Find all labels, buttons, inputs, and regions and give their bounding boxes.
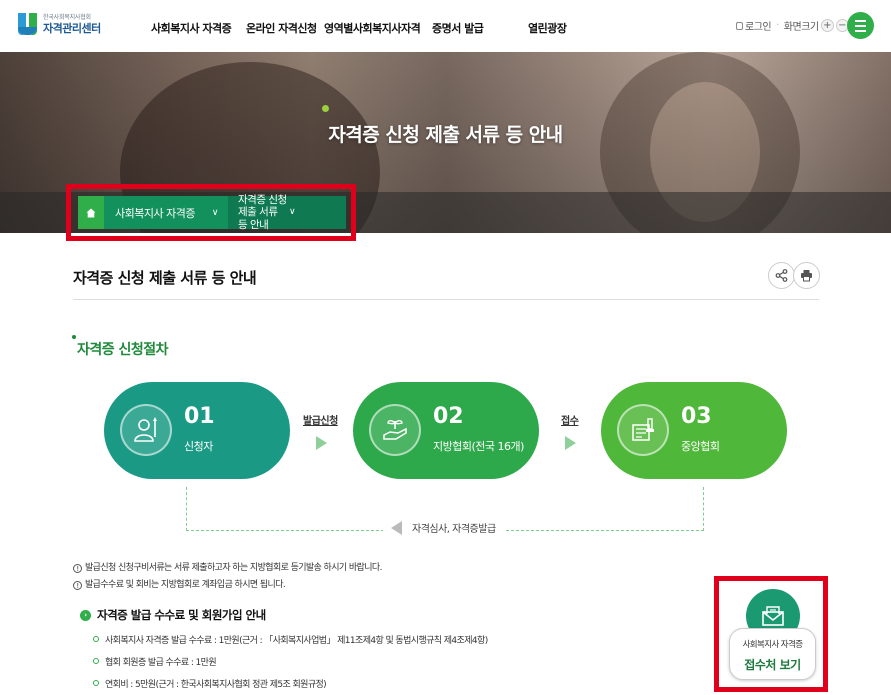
step-central-association: 03 중앙협회	[601, 382, 787, 479]
arrow-circle-icon: ›	[80, 609, 91, 621]
zoom-in-button[interactable]: +	[820, 19, 834, 32]
section-title: 자격증 신청절차	[77, 342, 169, 358]
list-item: 연회비 : 5만원(근거 : 한국사회복지사협회 정관 제5조 회원규정)	[93, 677, 327, 690]
login-link[interactable]: 로그인	[745, 18, 772, 33]
nav-item-field-cert[interactable]: 영역별사회복지사자격	[324, 20, 421, 36]
zoom-label: 화면크기	[783, 22, 819, 33]
page-title: 자격증 신청 제출 서류 등 안내	[73, 269, 257, 287]
step-local-association: 02 지방협회(전국 16개)	[353, 382, 539, 479]
arrow-label-apply: 발급신청	[303, 416, 338, 427]
step-label: 지방협회(전국 16개)	[433, 440, 524, 453]
nav-item-open-square[interactable]: 열린광장	[528, 20, 567, 36]
step-applicant: 01 신청자	[104, 382, 290, 479]
info-icon: !	[73, 564, 82, 573]
menu-button[interactable]	[847, 12, 874, 39]
site-logo[interactable]: 한국사회복지사협회 자격관리센터	[18, 13, 101, 35]
divider	[73, 299, 819, 300]
arrow-right-icon	[316, 436, 327, 450]
plant-hand-icon	[369, 404, 421, 456]
stamp-document-icon	[617, 404, 669, 456]
receipt-line1: 사회복지사 자격증	[742, 640, 803, 650]
arrow-right-icon	[565, 436, 576, 450]
share-button[interactable]	[768, 262, 795, 289]
hamburger-icon	[855, 19, 866, 22]
review-label-box: 자격심사, 자격증발급	[383, 520, 504, 535]
share-icon	[775, 269, 788, 282]
step-number: 01	[184, 404, 215, 429]
chevron-down-icon: ∨	[289, 207, 296, 218]
section-bullet	[72, 335, 76, 339]
breadcrumb-label: 사회복지사 자격증	[115, 206, 195, 220]
nav-item-certificate[interactable]: 사회복지사 자격증	[151, 20, 232, 36]
info-note: ! 발급수수료 및 회비는 지방협회로 계좌입금 하시면 됩니다.	[73, 577, 286, 590]
person-icon	[120, 404, 172, 456]
fee-section-title: › 자격증 발급 수수료 및 회원가입 안내	[80, 607, 266, 623]
home-icon	[86, 208, 96, 217]
lock-icon	[736, 21, 743, 30]
nav-item-issue-doc[interactable]: 증명서 발급	[432, 20, 484, 36]
logo-title: 자격관리센터	[43, 21, 101, 35]
home-button[interactable]	[78, 196, 104, 229]
logo-icon	[18, 13, 38, 35]
step-number: 02	[433, 404, 464, 429]
hero-title: 자격증 신청 제출 서류 등 안내	[328, 124, 563, 146]
info-note: ! 발급신청 신청구비서류는 서류 제출하고자 하는 지방협회로 등기발송 하시기…	[73, 560, 382, 573]
info-icon: !	[73, 581, 82, 590]
breadcrumb-dropdown-category[interactable]: 사회복지사 자격증 ∨	[104, 196, 228, 229]
print-button[interactable]	[793, 262, 820, 289]
arrow-label-receive: 접수	[561, 416, 579, 427]
breadcrumb-dropdown-page[interactable]: 자격증 신청 제출 서류 등 안내 ∨	[228, 194, 346, 231]
breadcrumb: 사회복지사 자격증 ∨ 자격증 신청 제출 서류 등 안내 ∨	[78, 194, 346, 231]
step-label: 중앙협회	[681, 440, 720, 453]
receipt-line2: 접수처 보기	[744, 658, 801, 672]
receipt-office-button[interactable]: 사회복지사 자격증 접수처 보기	[729, 628, 816, 680]
breadcrumb-label: 자격증 신청 제출 서류 등 안내	[238, 194, 287, 231]
chevron-down-icon: ∨	[211, 207, 219, 218]
arrow-left-icon	[391, 520, 402, 535]
step-number: 03	[681, 404, 712, 429]
header: 한국사회복지사협회 자격관리센터 사회복지사 자격증 온라인 자격신청 영역별사…	[0, 0, 891, 52]
list-item: 협회 회원증 발급 수수료 : 1만원	[93, 655, 217, 668]
step-label: 신청자	[184, 440, 213, 453]
nav-item-online-apply[interactable]: 온라인 자격신청	[246, 20, 317, 36]
logo-subtitle: 한국사회복지사협회	[43, 13, 91, 21]
print-icon	[801, 270, 812, 282]
review-label: 자격심사, 자격증발급	[412, 524, 496, 535]
hero-dot	[322, 105, 329, 112]
list-item: 사회복지사 자격증 발급 수수료 : 1만원(근거 : 「사회복지사업법」 제1…	[93, 633, 488, 646]
utility-bar: 로그인 · 화면크기 + −	[736, 18, 849, 33]
